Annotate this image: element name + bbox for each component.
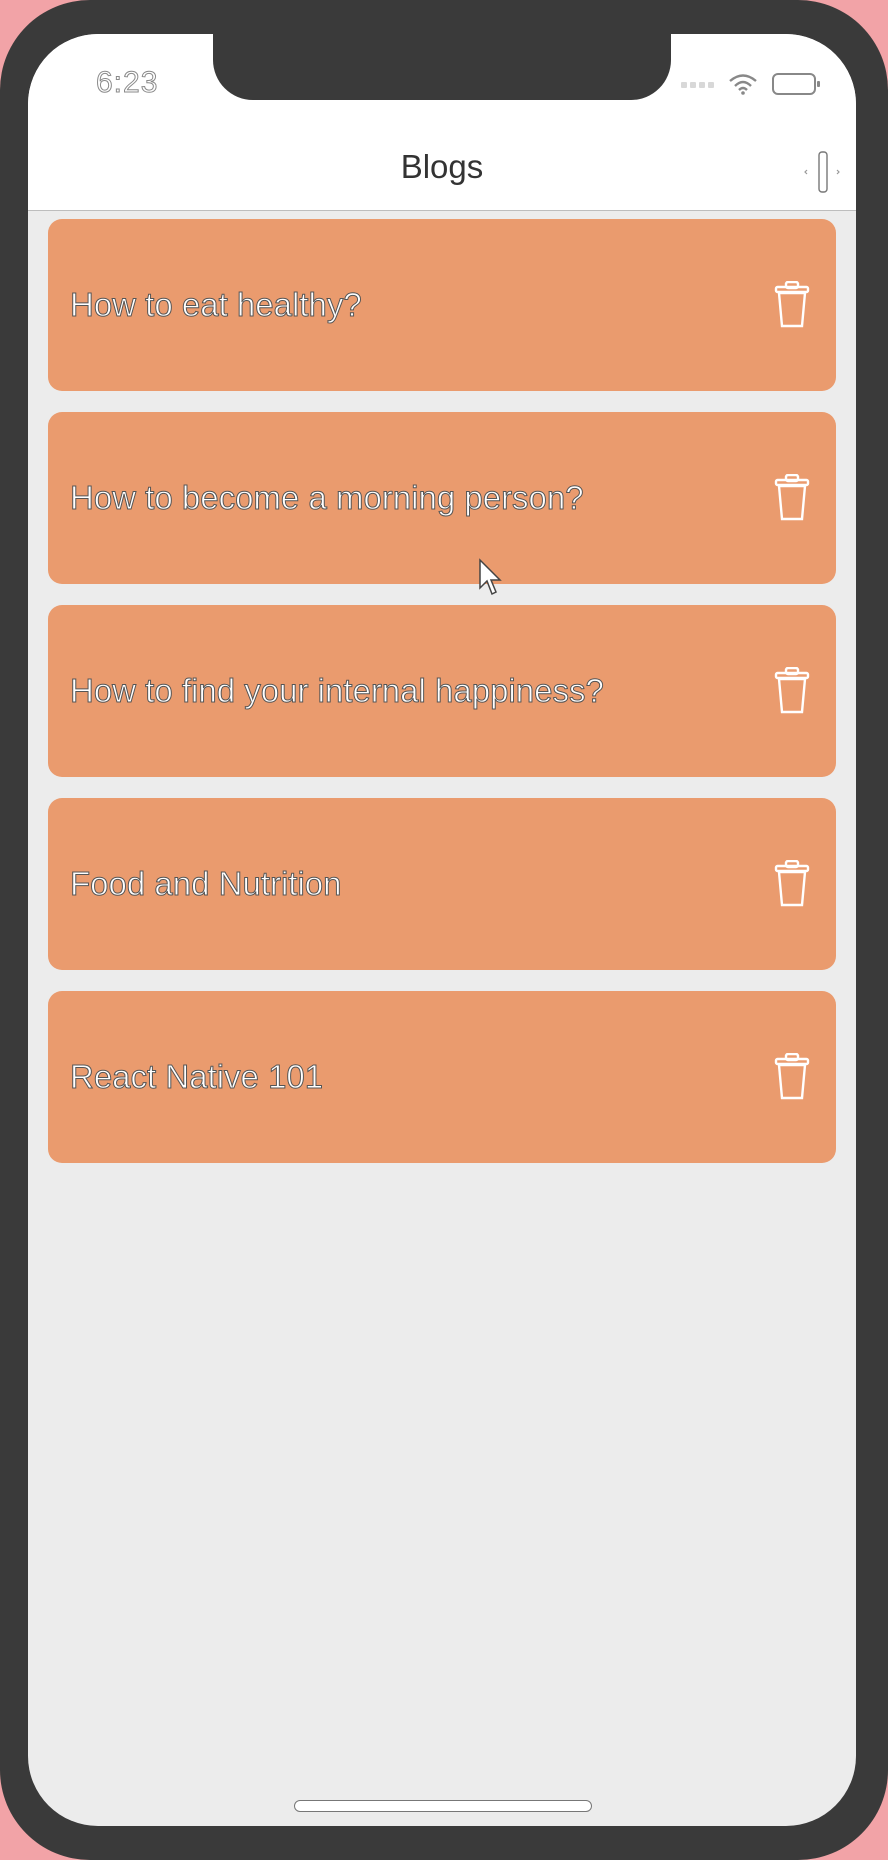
blog-card[interactable]: How to find your internal happiness? xyxy=(48,605,836,777)
navigation-bar: Blogs xyxy=(28,134,856,211)
blog-card[interactable]: How to become a morning person? xyxy=(48,412,836,584)
home-indicator[interactable] xyxy=(294,1800,592,1812)
blog-card[interactable]: How to eat healthy? xyxy=(48,219,836,391)
add-blog-button[interactable] xyxy=(802,150,842,194)
page-title: Blogs xyxy=(400,148,484,185)
trash-icon[interactable] xyxy=(772,667,812,715)
phone-frame: 6:23 Blogs How to eat healthy? How to be… xyxy=(0,0,888,1860)
plus-icon xyxy=(804,151,840,193)
blog-card[interactable]: React Native 101 xyxy=(48,991,836,1163)
blog-list: How to eat healthy? How to become a morn… xyxy=(48,219,836,1184)
screen: 6:23 Blogs How to eat healthy? How to be… xyxy=(28,34,856,1826)
blog-title: How to find your internal happiness? xyxy=(70,672,605,710)
trash-icon[interactable] xyxy=(772,860,812,908)
battery-icon xyxy=(772,72,822,96)
wifi-icon xyxy=(728,73,758,95)
trash-icon[interactable] xyxy=(772,1053,812,1101)
blog-card[interactable]: Food and Nutrition xyxy=(48,798,836,970)
device-notch xyxy=(213,34,671,100)
trash-icon[interactable] xyxy=(772,281,812,329)
signal-icon xyxy=(678,75,714,93)
status-icons xyxy=(678,72,822,96)
blog-title: Food and Nutrition xyxy=(70,865,342,903)
blog-title: React Native 101 xyxy=(69,1058,324,1096)
trash-icon[interactable] xyxy=(772,474,812,522)
blog-title: How to eat healthy? xyxy=(70,286,363,324)
blog-title: How to become a morning person? xyxy=(70,479,585,517)
status-time: 6:23 xyxy=(95,66,159,100)
